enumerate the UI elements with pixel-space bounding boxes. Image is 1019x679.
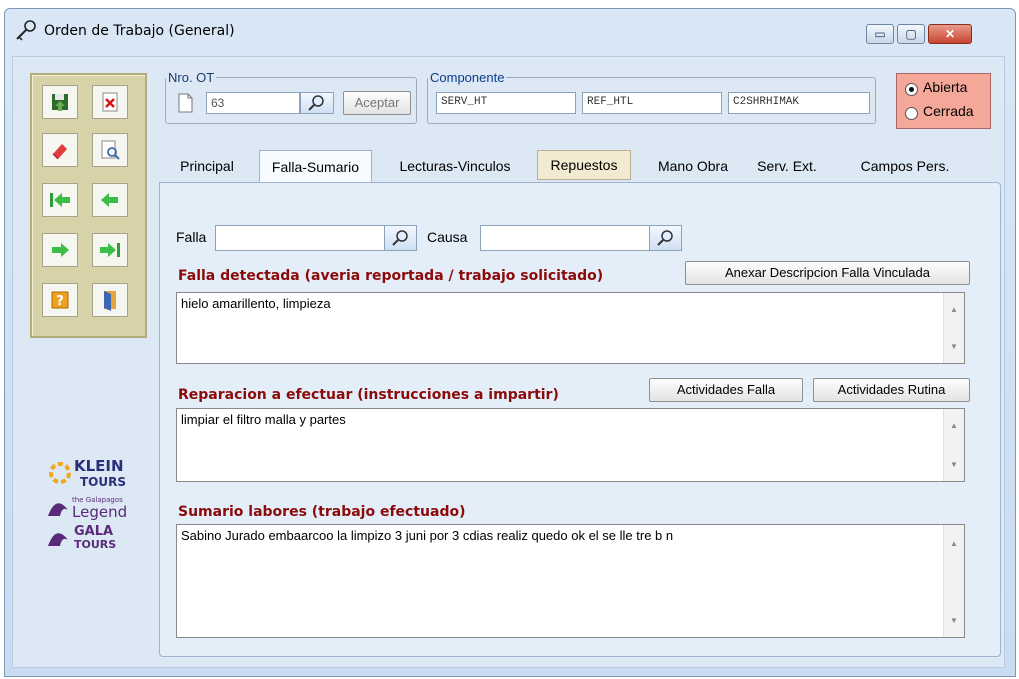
actividades-falla-button[interactable]: Actividades Falla — [649, 378, 803, 402]
preview-button[interactable] — [92, 133, 128, 167]
svg-text:TOURS: TOURS — [74, 538, 116, 550]
falla-input[interactable] — [215, 225, 385, 251]
help-icon: ? — [51, 291, 69, 309]
magnifier-icon — [308, 95, 324, 111]
sumario-text: Sabino Jurado embaarcoo la limpizo 3 jun… — [181, 528, 674, 543]
abierta-radio[interactable] — [905, 83, 918, 96]
componente-field-2[interactable]: REF_HTL — [582, 92, 722, 114]
componente-field-1[interactable]: SERV_HT — [436, 92, 576, 114]
delete-button[interactable] — [92, 85, 128, 119]
reparacion-text: limpiar el filtro malla y partes — [181, 412, 346, 427]
svg-text:TOURS: TOURS — [80, 475, 126, 489]
nro-ot-search-button[interactable] — [300, 92, 334, 114]
eraser-icon — [52, 144, 67, 160]
help-button[interactable]: ? — [42, 283, 78, 317]
status-radio-group: Abierta Cerrada — [896, 73, 991, 129]
save-button[interactable] — [42, 85, 78, 119]
falla-label: Falla — [176, 229, 207, 245]
exit-icon — [104, 291, 116, 311]
cerrada-label: Cerrada — [923, 103, 974, 119]
anexar-descripcion-button[interactable]: Anexar Descripcion Falla Vinculada — [685, 261, 970, 285]
tab-mano-obra[interactable]: Mano Obra — [641, 150, 745, 182]
sumario-heading: Sumario labores (trabajo efectuado) — [178, 504, 466, 520]
tab-serv-ext[interactable]: Serv. Ext. — [745, 150, 829, 182]
last-record-button[interactable] — [92, 233, 128, 267]
maximize-button[interactable]: ▢ — [897, 24, 925, 44]
cerrada-radio[interactable] — [905, 107, 918, 120]
new-document-icon[interactable] — [175, 92, 195, 114]
componente-legend: Componente — [430, 70, 505, 85]
close-button[interactable]: ✕ — [928, 24, 972, 44]
tab-repuestos[interactable]: Repuestos — [537, 150, 631, 180]
svg-text:KLEIN: KLEIN — [74, 457, 124, 475]
first-record-icon — [50, 193, 70, 207]
actividades-rutina-button[interactable]: Actividades Rutina — [813, 378, 970, 402]
klein-tours-logo: KLEIN TOURS — [44, 456, 140, 490]
tab-principal[interactable]: Principal — [166, 150, 248, 182]
next-record-icon — [52, 243, 69, 257]
componente-field-3[interactable]: C2SHRHIMAK — [728, 92, 870, 114]
sumario-textarea[interactable]: Sabino Jurado embaarcoo la limpizo 3 jun… — [176, 524, 965, 638]
next-record-button[interactable] — [42, 233, 78, 267]
clear-button[interactable] — [42, 133, 78, 167]
svg-text:Legend: Legend — [72, 503, 127, 520]
vertical-scrollbar[interactable]: ▲ ▼ — [943, 409, 964, 481]
causa-label: Causa — [427, 229, 468, 245]
vertical-scrollbar[interactable]: ▲ ▼ — [943, 525, 964, 637]
falla-search-button[interactable] — [385, 225, 417, 251]
previous-record-icon — [101, 193, 118, 207]
tab-falla-sumario[interactable]: Falla-Sumario — [259, 150, 372, 184]
falla-detectada-textarea[interactable]: hielo amarillento, limpieza ▲ ▼ — [176, 292, 965, 364]
action-toolbar: ? — [30, 73, 147, 338]
galapagos-legend-logo: the Galapagos Legend — [44, 492, 140, 521]
magnifier-icon — [391, 230, 408, 246]
last-record-icon — [100, 243, 120, 257]
magnifier-icon — [656, 230, 673, 246]
gala-tours-logo: GALA TOURS — [44, 522, 140, 551]
accept-button[interactable]: Aceptar — [343, 91, 411, 115]
first-record-button[interactable] — [42, 183, 78, 217]
svg-text:GALA: GALA — [74, 524, 113, 539]
previous-record-button[interactable] — [92, 183, 128, 217]
reparacion-textarea[interactable]: limpiar el filtro malla y partes ▲ ▼ — [176, 408, 965, 482]
tab-campos-pers[interactable]: Campos Pers. — [840, 150, 970, 182]
abierta-label: Abierta — [923, 79, 968, 95]
causa-search-button[interactable] — [650, 225, 682, 251]
save-icon — [52, 94, 68, 111]
minimize-button[interactable]: ▭ — [866, 24, 894, 44]
tab-lecturas-vinculos[interactable]: Lecturas-Vinculos — [382, 150, 528, 182]
reparacion-heading: Reparacion a efectuar (instrucciones a i… — [178, 387, 559, 403]
preview-icon — [101, 140, 120, 160]
falla-detectada-heading: Falla detectada (averia reportada / trab… — [178, 268, 604, 284]
delete-icon — [102, 92, 118, 112]
falla-detectada-text: hielo amarillento, limpieza — [181, 296, 331, 311]
nro-ot-legend: Nro. OT — [168, 70, 215, 85]
causa-input[interactable] — [480, 225, 650, 251]
nro-ot-input[interactable]: 63 — [206, 92, 300, 114]
window-title: Orden de Trabajo (General) — [44, 23, 235, 39]
vertical-scrollbar[interactable]: ▲ ▼ — [943, 293, 964, 363]
svg-text:?: ? — [56, 294, 64, 309]
wrench-key-icon — [16, 20, 36, 41]
exit-button[interactable] — [92, 283, 128, 317]
